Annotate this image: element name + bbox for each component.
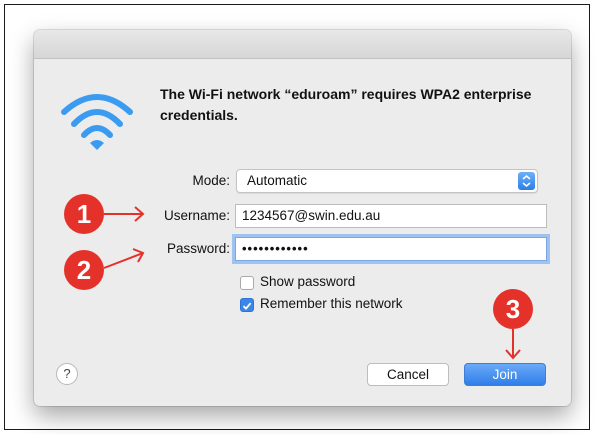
mode-value: Automatic [247,173,308,188]
mode-popup[interactable]: Automatic [236,169,538,193]
username-field[interactable]: 1234567@swin.edu.au [235,204,547,228]
mode-label: Mode: [192,173,230,188]
join-button[interactable]: Join [464,363,546,386]
step-1-badge: 1 [64,194,104,234]
help-button[interactable]: ? [56,363,78,385]
wifi-icon [61,94,133,150]
remember-network-label: Remember this network [260,296,403,311]
checkmark-icon [242,302,252,310]
dialog-message: The Wi-Fi network “eduroam” requires WPA… [160,86,532,123]
username-value: 1234567@swin.edu.au [242,208,381,223]
wifi-credentials-dialog: The Wi-Fi network “eduroam” requires WPA… [34,30,571,406]
step-2-badge: 2 [64,250,104,290]
password-field[interactable]: •••••••••••• [235,237,547,261]
password-value: •••••••••••• [242,241,309,256]
cancel-button[interactable]: Cancel [367,363,449,386]
dialog-titlebar [34,30,571,59]
username-label: Username: [163,208,230,223]
chevron-updown-icon [518,172,535,190]
remember-network-checkbox[interactable] [240,298,254,312]
show-password-label: Show password [260,274,356,289]
step-3-badge: 3 [493,289,533,329]
password-label: Password: [166,241,230,256]
show-password-checkbox[interactable] [240,276,254,290]
